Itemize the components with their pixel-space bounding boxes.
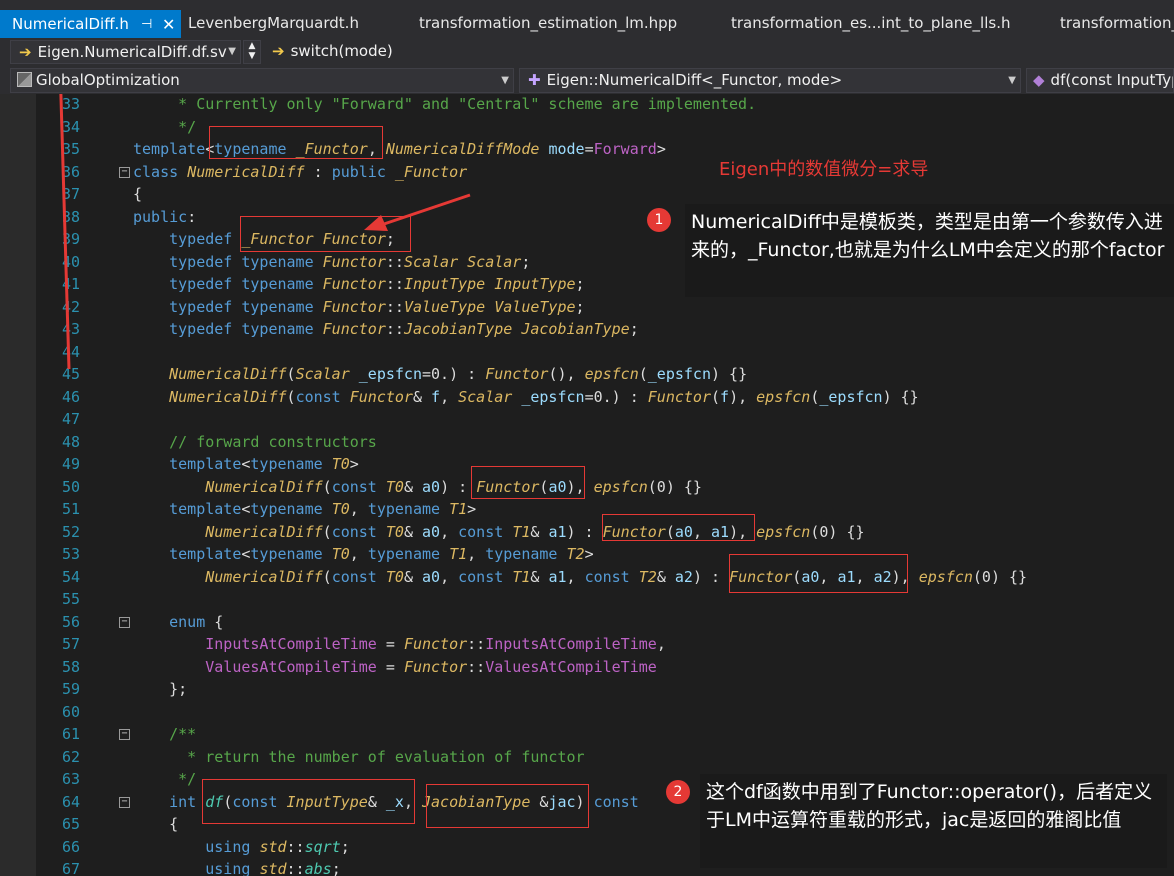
note-2-callout: 这个df函数中用到了Functor::operator()，后者定义于LM中运算… <box>700 774 1167 868</box>
pin-icon[interactable]: ⊣ <box>141 10 152 38</box>
note-2-badge: 2 <box>666 780 690 804</box>
tab-label: transformation_ <box>1060 14 1174 32</box>
tab-transformation-es-lls[interactable]: transformation_es...int_to_plane_lls.h <box>725 9 1010 38</box>
function-dropdown-value: switch(mode) <box>290 42 393 60</box>
class-scope-icon: ✚ <box>528 71 541 89</box>
tab-label: NumericalDiff.h <box>12 15 129 33</box>
arrow-to-nav <box>59 94 71 370</box>
tab-transformation-estimation-lm[interactable]: transformation_estimation_lm.hpp <box>413 9 677 38</box>
method-icon: ◆ <box>1033 71 1045 89</box>
arrow-right-icon: ➔ <box>272 42 285 60</box>
member-dropdown[interactable]: ➔ Eigen.NumericalDiff.df.sv ▼ <box>10 40 241 64</box>
annotation-title: Eigen中的数值微分=求导 <box>719 159 929 180</box>
function-dropdown[interactable]: ➔ switch(mode) <box>264 40 664 64</box>
code-editor[interactable]: 33 34 35 36−37 38 39 40 41 42 43 44 45 46 47 48 49 50 51 5… <box>0 94 1174 876</box>
arrow-head-typedef <box>364 215 388 231</box>
tab-label: transformation_es...int_to_plane_lls.h <box>731 14 1011 32</box>
member-scope-value: df(const InputTyp <box>1050 71 1174 89</box>
member-scope-dropdown[interactable]: ◆ df(const InputTyp <box>1026 68 1174 93</box>
class-dropdown-value: Eigen::NumericalDiff<_Functor, mode> <box>546 71 843 89</box>
document-tab-bar: NumericalDiff.h ⊣ ✕ LevenbergMarquardt.h… <box>0 0 1174 38</box>
class-dropdown[interactable]: ✚ Eigen::NumericalDiff<_Functor, mode> ▼ <box>519 68 1021 93</box>
arrow-right-icon: ➔ <box>19 43 32 61</box>
chevron-down-icon: ▼ <box>501 75 509 86</box>
tab-numericaldiff[interactable]: NumericalDiff.h ⊣ ✕ <box>0 10 181 38</box>
nav-spinner[interactable]: ▲ ▼ <box>243 40 261 64</box>
tab-label: LevenbergMarquardt.h <box>188 14 359 32</box>
chevron-down-icon: ▼ <box>1008 75 1016 86</box>
tab-label: transformation_estimation_lm.hpp <box>419 14 678 32</box>
navigation-bar: ➔ Eigen.NumericalDiff.df.sv ▼ ▲ ▼ ➔ switch(… <box>0 38 1174 66</box>
chevron-down-icon: ▼ <box>228 46 236 57</box>
note-1-badge: 1 <box>647 208 671 232</box>
member-dropdown-value: Eigen.NumericalDiff.df.sv <box>37 43 227 61</box>
tab-transformation-overflow[interactable]: transformation_ <box>1054 9 1174 38</box>
tab-levenbergmarquardt[interactable]: LevenbergMarquardt.h <box>182 9 359 38</box>
project-icon <box>17 72 32 87</box>
project-dropdown-value: GlobalOptimization <box>36 71 180 89</box>
project-dropdown[interactable]: GlobalOptimization ▼ <box>10 68 514 93</box>
note-1-callout: NumericalDiff中是模板类，类型是由第一个参数传入进来的，_Funct… <box>685 204 1174 297</box>
arrow-to-typedef <box>383 193 471 226</box>
close-icon[interactable]: ✕ <box>162 10 175 38</box>
scope-bar: GlobalOptimization ▼ ✚ Eigen::NumericalDi… <box>0 66 1174 94</box>
